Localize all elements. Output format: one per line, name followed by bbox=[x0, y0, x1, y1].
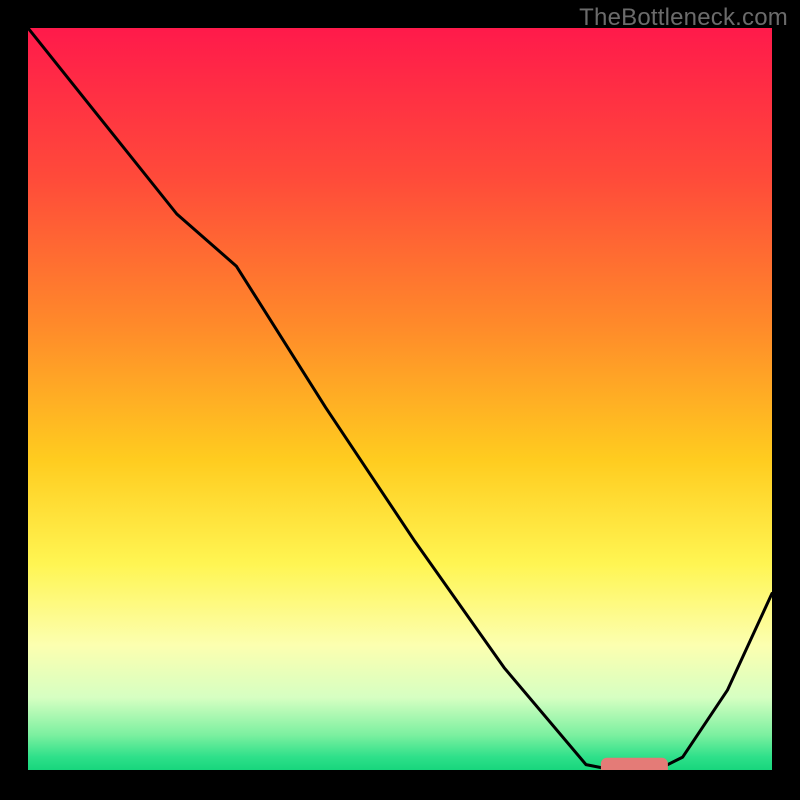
bottleneck-chart bbox=[28, 28, 772, 772]
sweet-spot-marker bbox=[601, 758, 668, 772]
chart-frame bbox=[28, 28, 772, 772]
gradient-background bbox=[28, 28, 772, 772]
watermark-text: TheBottleneck.com bbox=[579, 4, 788, 32]
chart-container: TheBottleneck.com bbox=[0, 0, 800, 800]
